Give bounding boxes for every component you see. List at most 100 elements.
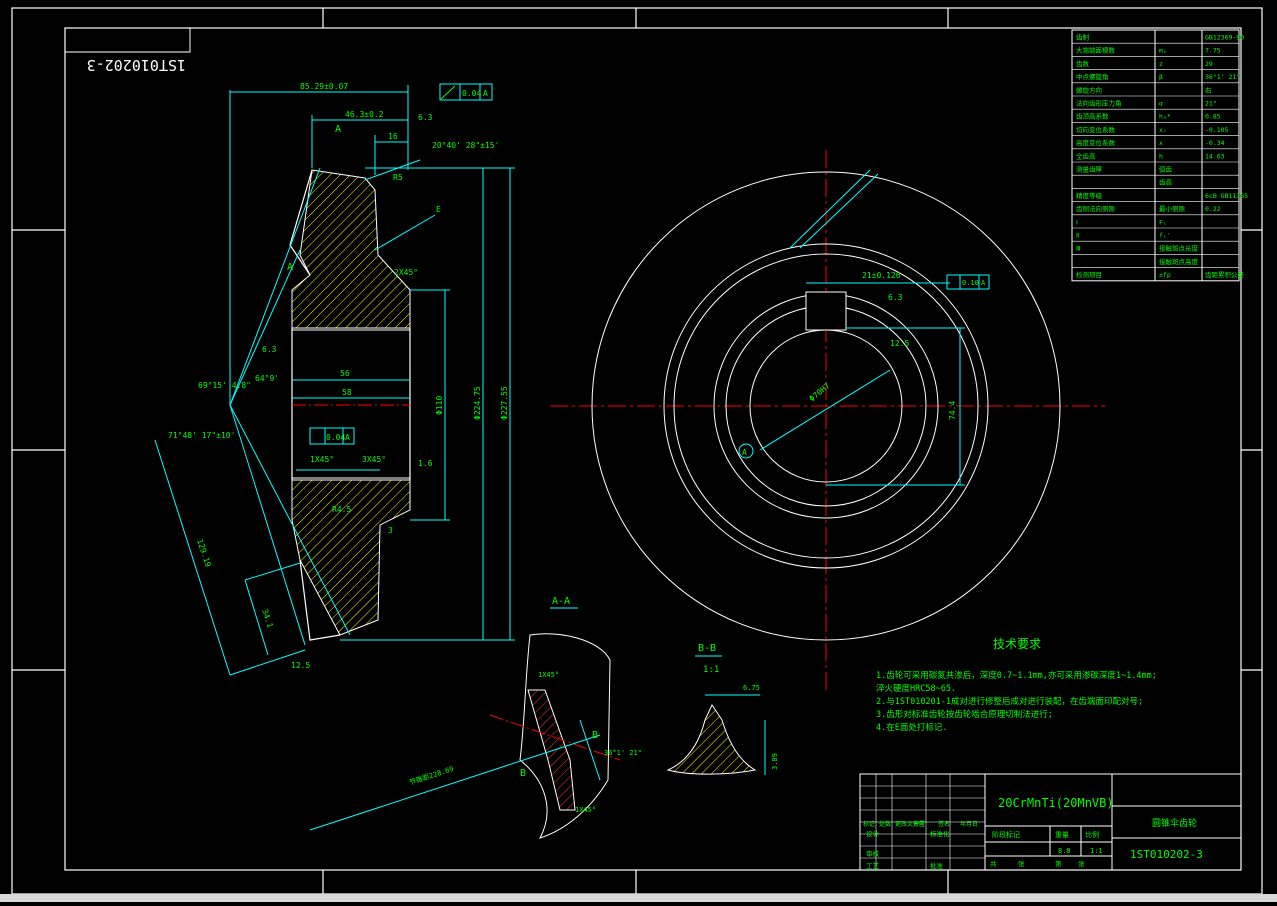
technical-requirements: 技术要求 1.齿轮可采用碳氮共渗后，深度0.7~1.1mm,亦可采用渗碳深度1~… (876, 637, 1157, 733)
gear-table-name: 全齿高 (1076, 151, 1096, 160)
svg-text:重量: 重量 (1055, 831, 1069, 839)
svg-text:B: B (592, 730, 598, 741)
gear-table-name: 大端端面模数 (1076, 46, 1116, 55)
gear-section-view: 0.04 A 0.04 A 85.29±0.07 46.3±0.2 16 20°… (154, 82, 515, 676)
svg-text:标准化: 标准化 (930, 829, 950, 838)
gear-table-value: 0.85 (1205, 113, 1221, 121)
dim-b389: 3.89 (771, 753, 779, 770)
svg-text:年月日: 年月日 (960, 820, 978, 828)
dim-d129: 129.19 (195, 538, 213, 568)
tolerance-frame-right: 0.10 A (946, 274, 990, 290)
gear-table-value: 齿距累积公差 (1205, 270, 1245, 279)
svg-text:比例: 比例 (1085, 830, 1099, 839)
gear-table-value: 右 (1205, 85, 1212, 94)
tech-requirement-item: 4.在E面处打标记. (876, 722, 947, 733)
gear-table-value: -0.105 (1205, 126, 1229, 134)
gear-section-upper-hatch (291, 169, 411, 329)
drawing-svg: 1ST010202-3 齿制 GB12369-90 大端端面模数 mₑ 7.75 齿数 z 2… (11, 7, 1263, 895)
svg-text:36°1' 21": 36°1' 21" (604, 749, 642, 757)
mirrored-drawing-number: 1ST010202-3 (87, 56, 186, 74)
gear-table-name: Ⅱ (1076, 232, 1079, 240)
gear-table-value: 36°1' 21" (1205, 73, 1240, 81)
svg-text:0.04: 0.04 (326, 433, 345, 442)
svg-text:A: A (742, 448, 747, 457)
gear-table-name: 中点螺旋角 (1076, 72, 1109, 81)
weight-value: 8.8 (1058, 847, 1071, 855)
tech-requirement-item: 淬火硬度HRC58~65. (876, 683, 956, 694)
gear-table-value: 29 (1205, 60, 1213, 68)
svg-text:处数: 处数 (879, 820, 891, 828)
svg-text:A: A (335, 124, 341, 135)
gear-table-symbol: hₐ* (1159, 113, 1171, 121)
svg-text:6.75: 6.75 (743, 684, 760, 692)
svg-text:71°48' 17"±10': 71°48' 17"±10' (168, 431, 235, 440)
gear-table-symbol: 接触斑点长度 (1159, 244, 1199, 253)
gear-table-name: 高度变位系数 (1076, 138, 1116, 147)
dim-d227: Φ227.55 (500, 386, 509, 420)
gear-table-symbol: 最小侧隙 (1159, 204, 1186, 213)
section-bb: B-B 1:1 6.75 (666, 643, 766, 775)
gear-table-name: 齿数 (1076, 59, 1090, 68)
gear-table-name: Ⅲ (1076, 245, 1081, 253)
cad-drawing-canvas[interactable]: 1ST010202-3 齿制 GB12369-90 大端端面模数 mₑ 7.75 齿数 z 2… (0, 0, 1277, 902)
gear-table-name: 切向变位系数 (1076, 125, 1116, 134)
svg-text:0.10: 0.10 (962, 279, 979, 287)
svg-text:85.29±0.07: 85.29±0.07 (300, 82, 348, 91)
svg-text:张: 张 (1018, 859, 1025, 868)
svg-text:A: A (483, 89, 488, 98)
svg-text:A: A (981, 279, 986, 287)
mirrored-number-box: 1ST010202-3 (64, 27, 191, 74)
svg-text:1:1: 1:1 (703, 665, 719, 675)
gear-table-value: 7.75 (1205, 47, 1221, 55)
tech-requirement-item: 1.齿轮可采用碳氮共渗后，深度0.7~1.1mm,亦可采用渗碳深度1~1.4mm… (876, 670, 1157, 681)
svg-text:B-B: B-B (698, 643, 716, 654)
svg-text:标记: 标记 (863, 820, 875, 828)
svg-text:B: B (520, 768, 526, 779)
gear-table-value: GB12369-90 (1205, 34, 1244, 42)
svg-text:A: A (345, 433, 350, 442)
svg-text:A: A (287, 262, 293, 273)
svg-text:批准: 批准 (930, 861, 944, 870)
svg-text:12.5: 12.5 (291, 661, 310, 670)
gear-table-symbol: 接触斑点高度 (1159, 257, 1199, 266)
dim-d34: 34.1 (260, 608, 275, 629)
material-text: 20CrMnTi(20MnVB) (998, 796, 1114, 810)
dim-bore: Φ70H7 (808, 381, 832, 403)
gear-table-value: 21° (1205, 100, 1217, 108)
gear-table-symbol: x (1159, 139, 1163, 147)
gear-table-name: Ⅰ (1076, 218, 1078, 226)
svg-text:2X45°: 2X45° (394, 268, 418, 277)
gear-table-value: -0.34 (1205, 139, 1225, 147)
svg-text:1X45°: 1X45° (575, 806, 596, 814)
svg-text:共: 共 (990, 859, 997, 868)
svg-text:张: 张 (1078, 859, 1085, 868)
gear-table-value: 14.63 (1205, 152, 1225, 160)
svg-text:审核: 审核 (866, 849, 880, 858)
svg-text:16: 16 (388, 132, 398, 141)
gear-table-symbol: h (1159, 152, 1163, 160)
gear-table-symbol: mₑ (1159, 47, 1167, 55)
svg-text:64°9': 64°9' (255, 374, 279, 383)
svg-text:12.5: 12.5 (890, 339, 909, 348)
svg-text:58: 58 (342, 388, 352, 397)
svg-text:6.3: 6.3 (888, 293, 903, 302)
scale-value: 1:1 (1090, 847, 1103, 855)
gear-table-name: 法向齿形压力角 (1076, 99, 1122, 108)
gear-table-name: 精度等级 (1076, 191, 1103, 200)
svg-text:更改文件号: 更改文件号 (895, 820, 925, 828)
gear-table-name: 齿顶高系数 (1076, 112, 1109, 121)
svg-text:3X45°: 3X45° (362, 455, 386, 464)
drawing-number-text: 1ST010202-3 (1130, 848, 1203, 861)
dim-d224: Φ224.75 (473, 386, 482, 420)
svg-text:21±0.126: 21±0.126 (862, 271, 901, 280)
gear-table-value: 6cB GB11365 (1205, 192, 1248, 200)
part-name-text: 圆锥伞齿轮 (1152, 817, 1197, 829)
gear-table-symbol: α (1159, 100, 1163, 108)
svg-text:0.04: 0.04 (462, 89, 481, 98)
status-bar (0, 894, 1277, 902)
svg-text:设计: 设计 (866, 829, 880, 838)
dim-cone-distance: 节锥距228.69 (408, 764, 455, 787)
gear-table-name: 齿制 (1076, 33, 1090, 42)
gear-table-symbol: fᵢ' (1159, 232, 1171, 240)
svg-text:R4.5: R4.5 (332, 505, 351, 514)
